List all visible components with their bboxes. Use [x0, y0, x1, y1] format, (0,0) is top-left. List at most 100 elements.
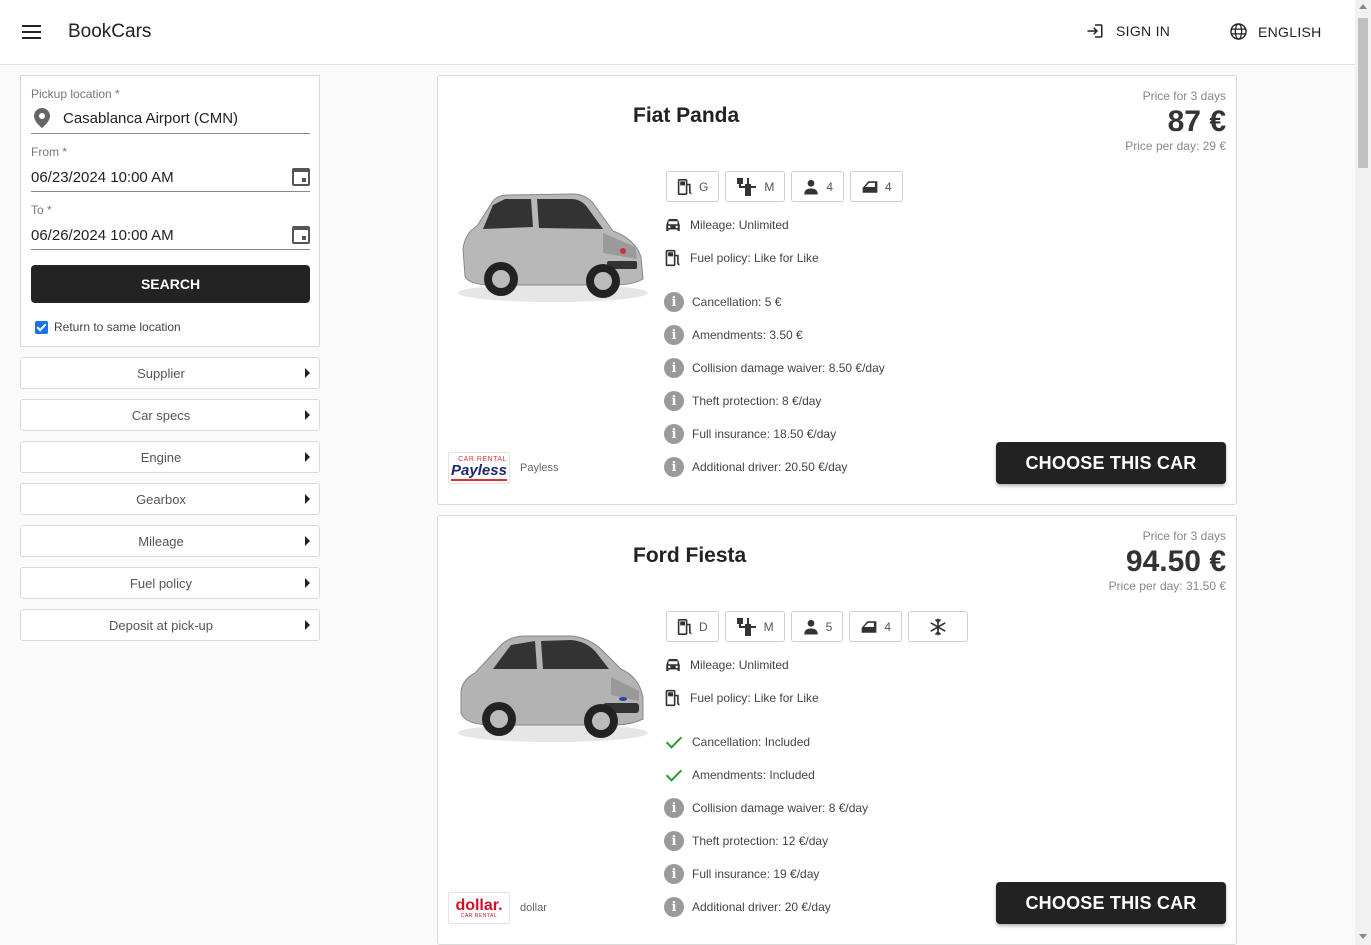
page-scrollbar[interactable] — [1355, 0, 1371, 945]
extra-text: Full insurance: 19 €/day — [692, 867, 820, 881]
hamburger-menu-icon[interactable] — [20, 22, 44, 42]
filter-mileage[interactable]: Mileage — [20, 525, 320, 557]
extra-row: i Collision damage waiver: 8 €/day — [664, 798, 868, 818]
check-icon — [664, 765, 684, 785]
spec-seats: 4 — [791, 171, 845, 202]
to-date-field[interactable]: To * 06/26/2024 10:00 AM — [31, 202, 310, 250]
info-icon[interactable]: i — [664, 391, 684, 411]
filter-label: Gearbox — [136, 492, 186, 507]
info-icon[interactable]: i — [664, 292, 684, 312]
spec-gearbox-value: M — [764, 179, 775, 194]
info-icon[interactable]: i — [664, 897, 684, 917]
scroll-thumb[interactable] — [1358, 18, 1368, 168]
supplier-logo-subtext: CAR RENTAL — [460, 912, 498, 919]
info-icon[interactable]: i — [664, 864, 684, 884]
extra-row: Amendments: Included — [664, 765, 815, 785]
mileage-text: Mileage: Unlimited — [690, 658, 789, 672]
gearbox-icon — [736, 617, 756, 636]
spec-doors: 4 — [849, 611, 903, 642]
price-per-day: Price per day: 29 € — [1125, 139, 1226, 153]
pickup-location-field[interactable]: Pickup location * Casablanca Airport (CM… — [31, 86, 310, 134]
fuel-pump-icon — [665, 689, 680, 707]
fuel-policy-row: Fuel policy: Like for Like — [664, 689, 819, 707]
spec-gearbox: M — [724, 611, 785, 642]
app-header: BookCars SIGN IN ENGLISH — [0, 0, 1355, 65]
person-icon — [803, 619, 818, 634]
extra-row: i Theft protection: 8 €/day — [664, 391, 821, 411]
info-icon[interactable]: i — [664, 457, 684, 477]
spec-gearbox: M — [725, 171, 786, 202]
scroll-down-arrow-icon[interactable] — [1359, 934, 1367, 939]
car-door-icon — [862, 180, 878, 193]
extra-row: i Additional driver: 20 €/day — [664, 897, 831, 917]
filter-label: Mileage — [138, 534, 184, 549]
price-per-day: Price per day: 31.50 € — [1108, 579, 1226, 593]
extra-row: i Additional driver: 20.50 €/day — [664, 457, 847, 477]
price-duration-label: Price for 3 days — [1142, 89, 1226, 103]
from-date-input[interactable]: 06/23/2024 10:00 AM — [31, 169, 174, 186]
filter-engine[interactable]: Engine — [20, 441, 320, 473]
info-icon[interactable]: i — [664, 831, 684, 851]
calendar-icon[interactable] — [292, 226, 310, 244]
sign-in-button[interactable]: SIGN IN — [1086, 22, 1170, 40]
spec-gearbox-value: M — [763, 619, 774, 634]
extra-row: i Collision damage waiver: 8.50 €/day — [664, 358, 885, 378]
info-icon[interactable]: i — [664, 424, 684, 444]
info-icon[interactable]: i — [664, 798, 684, 818]
car-name: Ford Fiesta — [633, 544, 747, 567]
filter-label: Deposit at pick-up — [108, 618, 214, 633]
pickup-location-label: Pickup location * — [31, 87, 120, 101]
fuel-pump-icon — [677, 178, 692, 195]
info-icon[interactable]: i — [664, 325, 684, 345]
supplier-logo-text: Payless — [451, 461, 507, 479]
same-location-checkbox-row[interactable]: Return to same location — [35, 320, 181, 334]
extra-text: Theft protection: 12 €/day — [692, 834, 829, 848]
spec-seats-value: 4 — [826, 179, 834, 194]
filter-label: Car specs — [131, 408, 191, 423]
same-location-checkbox[interactable] — [35, 320, 48, 334]
supplier-logo-text: dollar. — [455, 896, 503, 914]
extra-row: i Full insurance: 19 €/day — [664, 864, 819, 884]
from-date-field[interactable]: From * 06/23/2024 10:00 AM — [31, 144, 310, 192]
filter-car-specs[interactable]: Car specs — [20, 399, 320, 431]
filter-label: Supplier — [137, 366, 185, 381]
spec-fuel-value: D — [699, 619, 708, 634]
gearbox-icon — [737, 177, 757, 196]
pickup-location-input[interactable]: Casablanca Airport (CMN) — [63, 110, 238, 127]
mileage-row: Mileage: Unlimited — [664, 657, 789, 673]
spec-doors-value: 4 — [884, 619, 892, 634]
filter-label: Fuel policy — [129, 576, 193, 591]
language-selector[interactable]: ENGLISH — [1229, 22, 1322, 41]
extra-text: Amendments: Included — [692, 768, 815, 782]
extra-text: Collision damage waiver: 8 €/day — [692, 801, 869, 815]
car-card: Ford Fiesta Price for 3 days 94.50 € Pri… — [437, 515, 1237, 945]
calendar-icon[interactable] — [292, 168, 310, 186]
info-icon[interactable]: i — [664, 358, 684, 378]
person-icon — [804, 179, 819, 194]
car-image — [458, 635, 648, 742]
brand-title[interactable]: BookCars — [68, 21, 151, 43]
filter-supplier[interactable]: Supplier — [20, 357, 320, 389]
supplier-logo: CAR RENTAL Payless — [448, 452, 510, 484]
supplier-name: dollar — [520, 902, 547, 914]
caret-right-icon — [305, 410, 310, 420]
spec-seats: 5 — [790, 611, 844, 642]
filter-deposit[interactable]: Deposit at pick-up — [20, 609, 320, 641]
spec-doors-value: 4 — [885, 179, 892, 194]
extra-row: i Full insurance: 18.50 €/day — [664, 424, 836, 444]
to-date-input[interactable]: 06/26/2024 10:00 AM — [31, 227, 174, 244]
supplier-logo: dollar. CAR RENTAL — [448, 892, 510, 924]
search-button[interactable]: SEARCH — [31, 265, 310, 303]
from-date-label: From * — [31, 145, 67, 159]
car-specs: D M 5 4 — [666, 611, 969, 642]
filter-fuel-policy[interactable]: Fuel policy — [20, 567, 320, 599]
car-card: Fiat Panda Price for 3 days 87 € Price p… — [437, 75, 1237, 505]
car-name: Fiat Panda — [633, 104, 740, 127]
extra-row: i Cancellation: 5 € — [664, 292, 781, 312]
fuel-policy-text: Fuel policy: Like for Like — [690, 691, 819, 705]
filter-gearbox[interactable]: Gearbox — [20, 483, 320, 515]
choose-car-button[interactable]: CHOOSE THIS CAR — [996, 882, 1226, 924]
choose-car-button[interactable]: CHOOSE THIS CAR — [996, 442, 1226, 484]
scroll-up-arrow-icon[interactable] — [1359, 4, 1367, 9]
extra-text: Full insurance: 18.50 €/day — [692, 427, 837, 441]
